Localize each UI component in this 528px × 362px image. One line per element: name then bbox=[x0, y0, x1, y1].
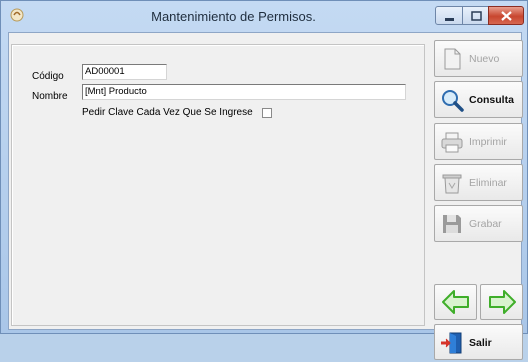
floppy-disk-icon bbox=[443, 215, 461, 233]
grabar-button[interactable]: Grabar bbox=[434, 205, 523, 242]
imprimir-button[interactable]: Imprimir bbox=[434, 123, 523, 160]
pedir-clave-checkbox[interactable] bbox=[262, 108, 272, 118]
nombre-field[interactable]: [Mnt] Producto bbox=[82, 84, 406, 100]
title-bar[interactable]: Mantenimiento de Permisos. bbox=[1, 1, 527, 31]
client-area: Código AD00001 Nombre [Mnt] Producto Ped… bbox=[8, 32, 523, 360]
arrow-left-icon bbox=[442, 290, 469, 314]
maximize-button[interactable] bbox=[462, 6, 489, 25]
nuevo-label: Nuevo bbox=[469, 53, 500, 65]
previous-button[interactable] bbox=[434, 284, 477, 320]
maximize-icon bbox=[471, 11, 482, 21]
nombre-label: Nombre bbox=[32, 91, 68, 102]
main-window: Mantenimiento de Permisos. Código AD0000… bbox=[0, 0, 528, 360]
codigo-label: Código bbox=[32, 71, 64, 82]
close-button[interactable] bbox=[488, 6, 524, 25]
minimize-button[interactable] bbox=[435, 6, 463, 25]
next-button[interactable] bbox=[480, 284, 523, 320]
printer-icon bbox=[441, 132, 463, 153]
form-panel: Código AD00001 Nombre [Mnt] Producto Ped… bbox=[11, 44, 425, 326]
imprimir-label: Imprimir bbox=[469, 136, 507, 148]
new-document-icon bbox=[444, 48, 461, 70]
exit-door-icon bbox=[441, 332, 462, 354]
eliminar-label: Eliminar bbox=[469, 177, 507, 189]
close-icon bbox=[501, 11, 512, 21]
salir-label: Salir bbox=[469, 337, 492, 349]
window-title: Mantenimiento de Permisos. bbox=[151, 9, 316, 24]
arrow-right-icon bbox=[489, 290, 516, 314]
grabar-label: Grabar bbox=[469, 218, 502, 230]
recycle-bin-icon bbox=[442, 174, 462, 194]
magnifier-icon bbox=[442, 90, 464, 112]
salir-button[interactable]: Salir bbox=[434, 324, 523, 360]
nuevo-button[interactable]: Nuevo bbox=[434, 40, 523, 77]
consulta-label: Consulta bbox=[469, 94, 514, 106]
codigo-field[interactable]: AD00001 bbox=[82, 64, 167, 80]
consulta-button[interactable]: Consulta bbox=[434, 81, 523, 118]
eliminar-button[interactable]: Eliminar bbox=[434, 164, 523, 201]
minimize-icon bbox=[445, 18, 454, 21]
pedir-clave-label: Pedir Clave Cada Vez Que Se Ingrese bbox=[82, 107, 253, 118]
